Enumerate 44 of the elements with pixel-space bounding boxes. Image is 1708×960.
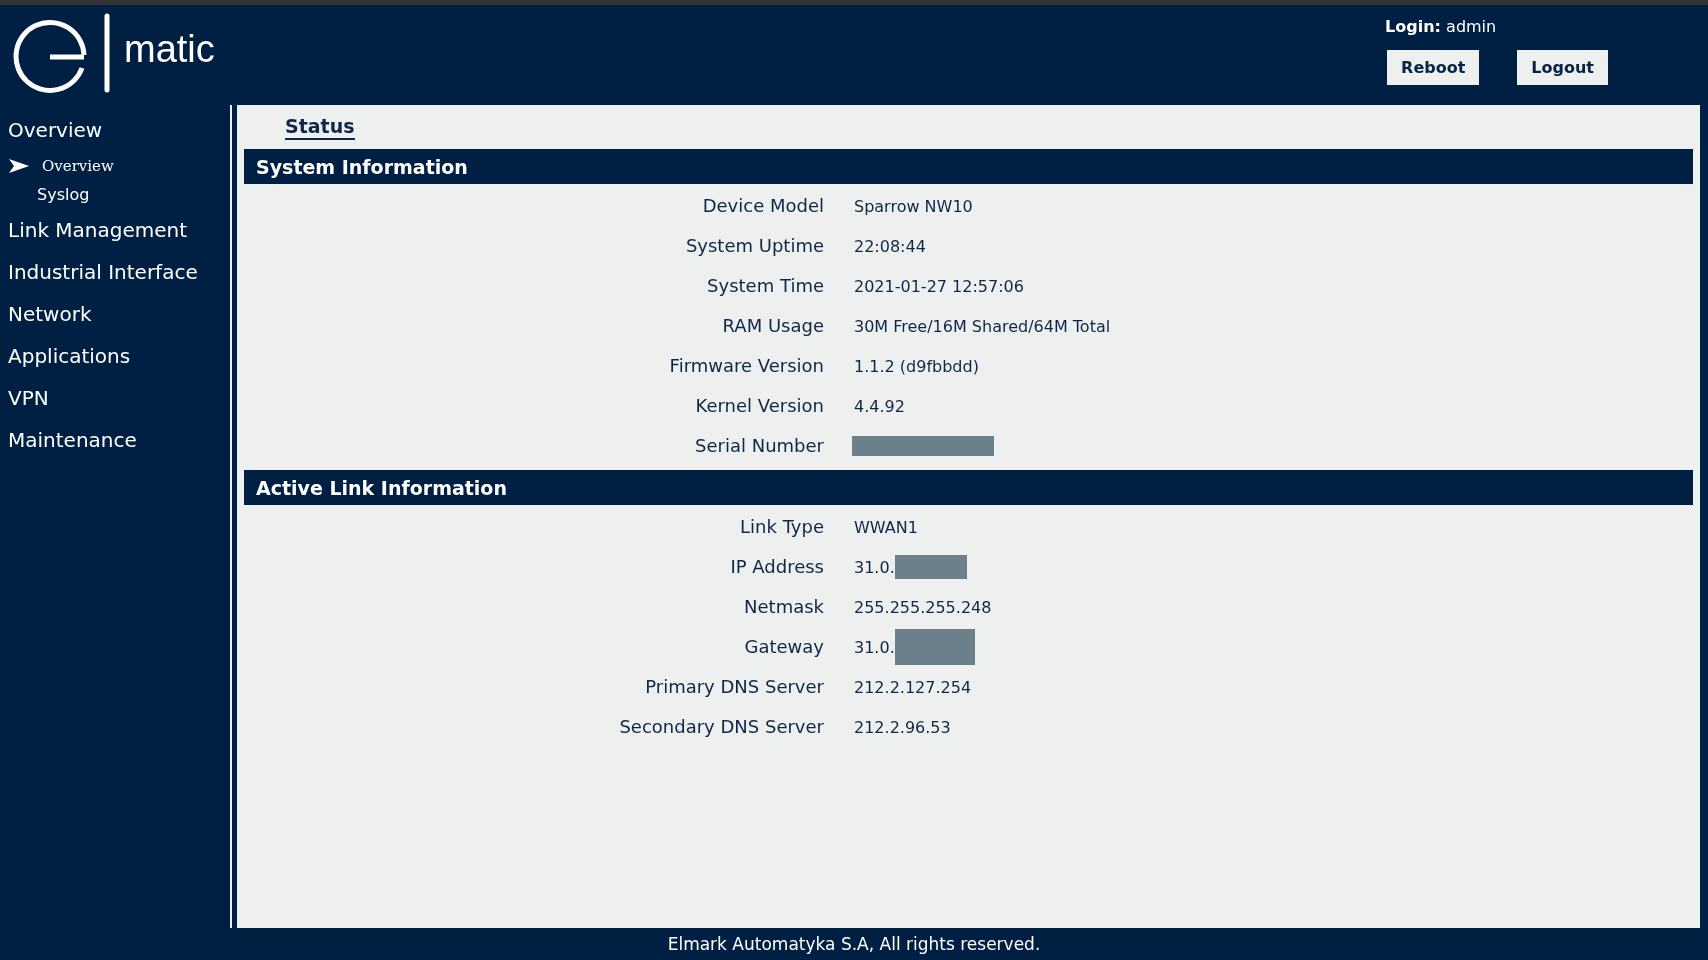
field-label: System Time bbox=[706, 274, 824, 298]
login-info: Login: admin bbox=[1385, 17, 1498, 36]
field-label: System Uptime bbox=[684, 234, 824, 258]
nav-item[interactable]: Industrial Interface bbox=[0, 251, 230, 293]
field-value: 4.4.92 bbox=[854, 396, 905, 416]
field-value: Sparrow NW10 bbox=[854, 196, 973, 216]
nav-item[interactable]: Overview bbox=[0, 109, 230, 151]
field-label: Link Type bbox=[739, 515, 824, 539]
field-value: 22:08:44 bbox=[854, 236, 926, 256]
field-label: Netmask bbox=[743, 595, 824, 619]
field-label: RAM Usage bbox=[721, 314, 824, 338]
field-label: Gateway bbox=[743, 635, 824, 659]
field-label: Serial Number bbox=[694, 434, 824, 458]
field-value: 212.2.127.254 bbox=[854, 677, 972, 697]
field-value: 1.1.2 (d9fbbdd) bbox=[854, 356, 979, 376]
logo-text: matic bbox=[124, 27, 215, 71]
section-header: System Information bbox=[244, 149, 1693, 184]
field-value: 212.2.96.53 bbox=[854, 717, 951, 737]
nav-subitem[interactable]: Overview bbox=[42, 156, 114, 175]
field-label: Primary DNS Server bbox=[644, 675, 824, 699]
field-label: Kernel Version bbox=[694, 394, 824, 418]
logout-button[interactable]: Logout bbox=[1517, 50, 1608, 85]
nav-item[interactable]: Maintenance bbox=[0, 419, 230, 461]
nav-item[interactable]: Applications bbox=[0, 335, 230, 377]
tab[interactable]: Status bbox=[285, 114, 355, 140]
field-label: Secondary DNS Server bbox=[618, 715, 824, 739]
field-value: WWAN1 bbox=[854, 517, 918, 537]
field-value: 31.0. bbox=[854, 637, 895, 657]
field-value: 30M Free/16M Shared/64M Total bbox=[854, 316, 1111, 336]
field-label: IP Address bbox=[729, 555, 824, 579]
field-value: 2021-01-27 12:57:06 bbox=[854, 276, 1024, 296]
reboot-button[interactable]: Reboot bbox=[1387, 50, 1480, 85]
nav-item[interactable]: Network bbox=[0, 293, 230, 335]
nav-item[interactable]: VPN bbox=[0, 377, 230, 419]
field-label: Firmware Version bbox=[668, 354, 824, 378]
field-value: 255.255.255.248 bbox=[854, 597, 992, 617]
footer-text: Elmark Automatyka S.A, All rights reserved. bbox=[667, 934, 1041, 954]
logo-icon bbox=[12, 13, 112, 93]
nav-item[interactable]: Link Management bbox=[0, 209, 230, 251]
arrow-icon bbox=[9, 158, 29, 173]
field-label: Device Model bbox=[701, 194, 824, 218]
nav-subitem[interactable]: Syslog bbox=[37, 185, 90, 204]
field-value: 31.0. bbox=[854, 557, 895, 577]
section-header: Active Link Information bbox=[244, 470, 1693, 505]
